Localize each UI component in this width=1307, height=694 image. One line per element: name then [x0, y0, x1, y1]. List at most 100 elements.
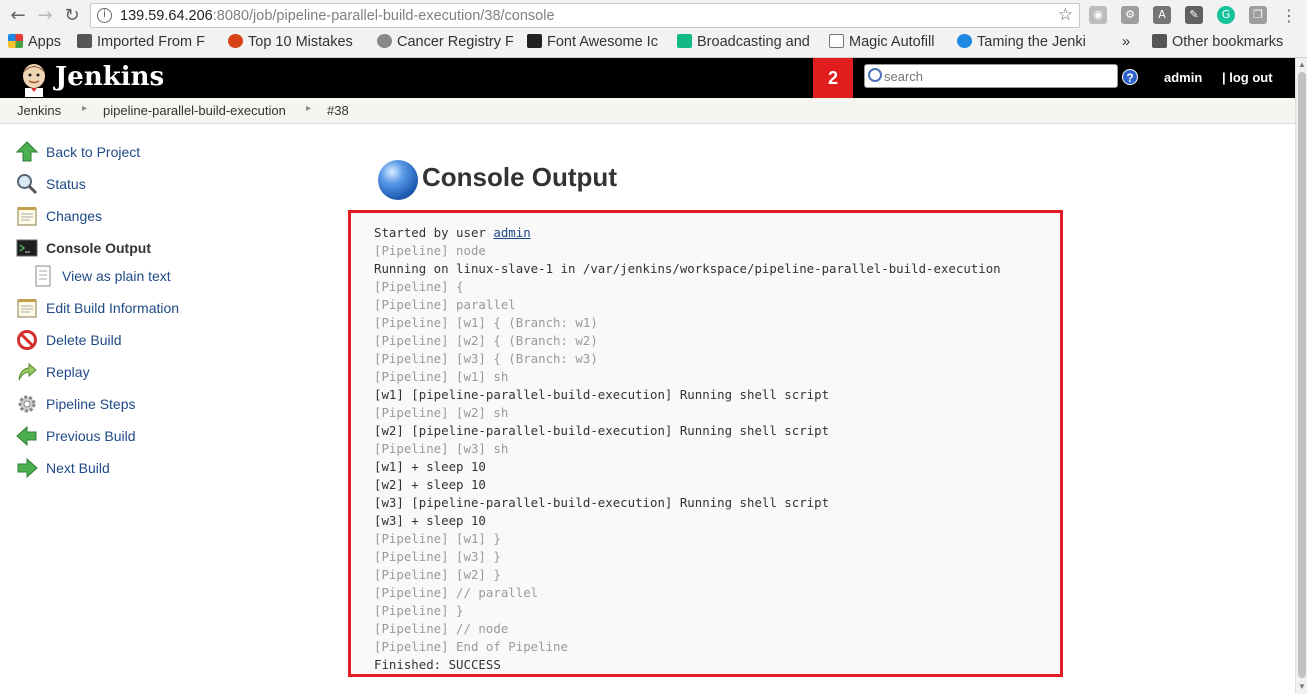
- bookmarks-overflow[interactable]: »: [1122, 34, 1138, 54]
- bookmark-star-icon[interactable]: ☆: [1058, 5, 1073, 25]
- search-icon: [868, 68, 882, 82]
- notepad-icon: [17, 299, 37, 318]
- console-line: Finished: SUCCESS: [374, 657, 501, 672]
- back-arrow-icon[interactable]: ←: [7, 5, 29, 27]
- extension-icon[interactable]: ⚙: [1121, 6, 1139, 24]
- console-line: [w2] [pipeline-parallel-build-execution]…: [374, 423, 830, 438]
- breadcrumb-separator-icon[interactable]: ▸: [82, 103, 87, 114]
- console-line: [Pipeline] [w1] { (Branch: w1): [374, 315, 598, 330]
- console-line: [Pipeline] {: [374, 279, 464, 294]
- document-icon: [35, 265, 51, 287]
- window-icon[interactable]: ❐: [1249, 6, 1267, 24]
- blue-ball-status-icon: [378, 160, 418, 200]
- console-line: Started by user admin: [374, 225, 531, 240]
- bookmark-item[interactable]: Font Awesome Ic: [527, 34, 665, 54]
- browser-toolbar: ← → ↻ i 139.59.64.206:8080/job/pipeline-…: [0, 0, 1307, 31]
- address-bar[interactable]: i 139.59.64.206:8080/job/pipeline-parall…: [90, 3, 1080, 28]
- jenkins-logo-icon[interactable]: [17, 61, 51, 97]
- bookmark-label: Other bookmarks: [1172, 34, 1284, 50]
- user-link[interactable]: admin: [1164, 70, 1202, 85]
- console-line: [Pipeline] [w2] }: [374, 567, 501, 582]
- bookmark-folder[interactable]: Imported From F: [77, 34, 215, 54]
- url-host: 139.59.64.206: [120, 8, 213, 24]
- task-label: Previous Build: [46, 428, 136, 444]
- forward-arrow-icon[interactable]: →: [34, 5, 56, 27]
- browser-chrome: ← → ↻ i 139.59.64.206:8080/job/pipeline-…: [0, 0, 1307, 58]
- bookmark-label: Top 10 Mistakes: [248, 34, 353, 50]
- folder-icon: [1152, 34, 1167, 48]
- help-icon[interactable]: ?: [1122, 69, 1138, 85]
- bookmark-item[interactable]: Taming the Jenki: [957, 34, 1093, 54]
- terminal-icon: [16, 239, 38, 257]
- task-label: Console Output: [46, 240, 151, 256]
- up-arrow-icon: [16, 141, 38, 162]
- menu-dots-icon[interactable]: ⋮: [1278, 5, 1300, 27]
- console-line: [Pipeline] End of Pipeline: [374, 639, 568, 654]
- search-box[interactable]: [864, 64, 1118, 88]
- eyedropper-icon[interactable]: ✎: [1185, 6, 1203, 24]
- bookmark-item[interactable]: Cancer Registry F: [377, 34, 513, 54]
- url-path: :8080/job/pipeline-parallel-build-execut…: [212, 8, 555, 24]
- breadcrumb-separator-icon[interactable]: ▸: [306, 103, 311, 114]
- task-label: Back to Project: [46, 144, 141, 160]
- breadcrumb-build[interactable]: #38: [327, 103, 349, 118]
- task-label: Status: [46, 176, 86, 192]
- folder-icon: [77, 34, 92, 48]
- no-entry-icon: [17, 330, 37, 350]
- left-arrow-icon: [16, 425, 37, 447]
- vertical-scrollbar[interactable]: ▲ ▼: [1295, 58, 1307, 694]
- console-line: [Pipeline] [w3] }: [374, 549, 501, 564]
- other-bookmarks[interactable]: Other bookmarks: [1152, 34, 1302, 54]
- started-by-user-link[interactable]: admin: [493, 225, 530, 240]
- console-line: [Pipeline] [w2] { (Branch: w2): [374, 333, 598, 348]
- console-line: [w2] + sleep 10: [374, 477, 486, 492]
- breadcrumb-job[interactable]: pipeline-parallel-build-execution: [103, 103, 286, 118]
- search-input[interactable]: [884, 67, 1114, 85]
- grammarly-icon[interactable]: G: [1217, 6, 1235, 24]
- bookmark-label: Apps: [28, 34, 62, 50]
- breadcrumb-jenkins[interactable]: Jenkins: [17, 103, 61, 118]
- console-line: [w1] + sleep 10: [374, 459, 486, 474]
- task-label: View as plain text: [62, 268, 171, 284]
- console-log: Started by user admin [Pipeline] node Ru…: [374, 224, 1001, 674]
- notification-badge[interactable]: 2: [813, 58, 853, 98]
- url-text[interactable]: 139.59.64.206:8080/job/pipeline-parallel…: [120, 8, 555, 24]
- page-title: Console Output: [422, 162, 617, 192]
- bookmark-label: Cancer Registry F: [397, 34, 513, 50]
- bookmarks-bar: Apps Imported From F Top 10 Mistakes Can…: [0, 31, 1307, 57]
- replay-arrow-icon: [18, 362, 37, 381]
- task-label: Pipeline Steps: [46, 396, 136, 412]
- bookmark-label: Imported From F: [97, 34, 205, 50]
- scroll-down-icon[interactable]: ▼: [1298, 682, 1306, 691]
- reload-icon[interactable]: ↻: [61, 5, 83, 27]
- console-started-text: Started by user: [374, 225, 494, 240]
- flag-icon: [527, 34, 542, 48]
- angular-icon[interactable]: A: [1153, 6, 1171, 24]
- magnifier-icon: [17, 174, 38, 195]
- console-line: Running on linux-slave-1 in /var/jenkins…: [374, 261, 1001, 276]
- scrollbar-thumb[interactable]: [1298, 72, 1306, 678]
- console-line: [Pipeline] [w2] sh: [374, 405, 509, 420]
- info-icon[interactable]: i: [97, 8, 112, 23]
- task-label: Replay: [46, 364, 90, 380]
- console-line: [Pipeline] parallel: [374, 297, 516, 312]
- console-line: [Pipeline] [w3] { (Branch: w3): [374, 351, 598, 366]
- rss-icon[interactable]: ◉: [1089, 6, 1107, 24]
- console-line: [Pipeline] // parallel: [374, 585, 539, 600]
- breadcrumb: Jenkins ▸ pipeline-parallel-build-execut…: [0, 98, 1295, 124]
- console-line: [Pipeline] }: [374, 603, 464, 618]
- bookmark-item[interactable]: Magic Autofill: [829, 34, 947, 54]
- console-line: [Pipeline] [w1] sh: [374, 369, 509, 384]
- bookmark-apps[interactable]: Apps: [8, 34, 70, 54]
- bookmark-item[interactable]: Top 10 Mistakes: [228, 34, 363, 54]
- page-icon: [829, 34, 844, 48]
- bookmark-item[interactable]: Broadcasting and: [677, 34, 815, 54]
- console-line: [Pipeline] node: [374, 243, 486, 258]
- link-icon: [957, 34, 972, 48]
- jenkins-title[interactable]: Jenkins: [55, 62, 164, 92]
- logout-link[interactable]: | log out: [1222, 70, 1273, 85]
- console-line: [w1] [pipeline-parallel-build-execution]…: [374, 387, 830, 402]
- scroll-up-icon[interactable]: ▲: [1298, 60, 1306, 69]
- console-line: [w3] + sleep 10: [374, 513, 486, 528]
- bookmark-label: Taming the Jenki: [977, 34, 1086, 50]
